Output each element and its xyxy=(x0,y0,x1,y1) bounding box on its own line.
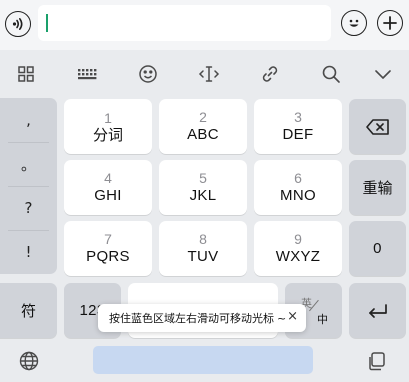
key-1[interactable]: 1 分词 xyxy=(64,99,152,154)
emoji-icon[interactable] xyxy=(341,10,367,36)
key-2[interactable]: 2 ABC xyxy=(159,99,247,154)
key-4[interactable]: 4 GHI xyxy=(64,160,152,215)
key-label: MNO xyxy=(280,187,316,204)
punct-question-key[interactable]: ? xyxy=(0,186,57,230)
key-label: DEF xyxy=(282,126,314,143)
keyboard-icon[interactable] xyxy=(74,61,100,87)
key-5[interactable]: 5 JKL xyxy=(159,160,247,215)
key-3[interactable]: 3 DEF xyxy=(254,99,342,154)
cursor-hint-tooltip: 按住蓝色区域左右滑动可移动光标 ~ × xyxy=(98,304,306,332)
globe-icon[interactable] xyxy=(18,350,40,372)
key-label: 分词 xyxy=(92,125,123,144)
key-number: 2 xyxy=(199,109,207,125)
key-number: 3 xyxy=(294,109,302,125)
key-number: 6 xyxy=(294,170,302,186)
key-number: 5 xyxy=(199,170,207,186)
punctuation-column: , 。 ? ! xyxy=(0,98,57,274)
emoji-icon[interactable] xyxy=(135,61,161,87)
keyboard-toolbar xyxy=(0,50,409,96)
link-icon[interactable] xyxy=(257,61,283,87)
symbol-key[interactable]: 符 xyxy=(0,283,57,338)
plus-icon[interactable] xyxy=(377,10,403,36)
key-number: 4 xyxy=(104,170,112,186)
key-label: TUV xyxy=(187,248,219,265)
input-bar xyxy=(0,0,409,50)
chevron-down-icon[interactable] xyxy=(370,61,396,87)
key-number: 1 xyxy=(104,109,112,126)
key-label: 0 xyxy=(373,240,382,257)
key-number: 8 xyxy=(199,231,207,247)
tooltip-suffix: ~ xyxy=(277,311,287,325)
zero-key[interactable]: 0 xyxy=(349,221,406,276)
backspace-icon xyxy=(365,118,389,135)
search-icon[interactable] xyxy=(318,61,344,87)
punct-period-key[interactable]: 。 xyxy=(0,142,57,186)
clipboard-icon[interactable] xyxy=(366,350,388,372)
bottom-bar xyxy=(0,342,409,382)
key-9[interactable]: 9 WXYZ xyxy=(254,221,342,276)
key-number: 7 xyxy=(104,231,112,247)
key-label: ABC xyxy=(187,126,219,143)
text-input-field[interactable] xyxy=(38,5,331,41)
key-label: WXYZ xyxy=(275,248,321,265)
voice-wave-icon[interactable] xyxy=(5,11,31,37)
delete-key[interactable] xyxy=(349,99,406,154)
key-number: 9 xyxy=(294,231,302,247)
punct-exclamation-key[interactable]: ! xyxy=(0,230,57,274)
key-label: PQRS xyxy=(86,248,130,265)
grid-icon[interactable] xyxy=(13,61,39,87)
key-7[interactable]: 7 PQRS xyxy=(64,221,152,276)
punct-comma-key[interactable]: , xyxy=(0,98,57,142)
reenter-key[interactable]: 重输 xyxy=(349,160,406,215)
text-caret xyxy=(46,14,48,32)
key-label: JKL xyxy=(189,187,217,204)
key-label: 重输 xyxy=(362,178,393,197)
key-6[interactable]: 6 MNO xyxy=(254,160,342,215)
cursor-slide-area[interactable] xyxy=(93,346,313,374)
key-label: GHI xyxy=(94,187,122,204)
key-label: 符 xyxy=(20,301,36,320)
return-icon xyxy=(368,303,387,318)
enter-key[interactable] xyxy=(349,283,406,338)
key-8[interactable]: 8 TUV xyxy=(159,221,247,276)
lang-chinese-label: 中 xyxy=(317,313,328,326)
cursor-move-icon[interactable] xyxy=(196,61,222,87)
tooltip-text: 按住蓝色区域左右滑动可移动光标 xyxy=(109,312,274,325)
close-icon[interactable]: × xyxy=(287,310,298,324)
